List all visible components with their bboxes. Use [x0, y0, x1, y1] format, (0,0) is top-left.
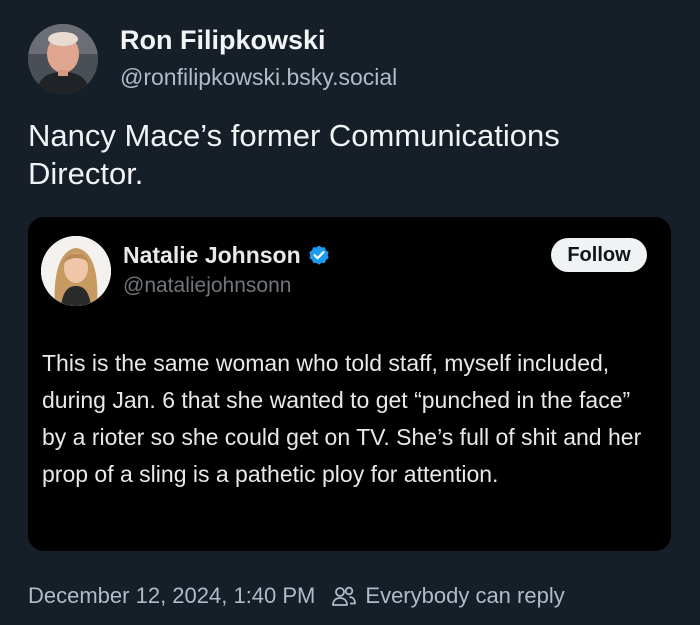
- quoted-author-name-text: Natalie Johnson: [123, 242, 301, 268]
- author-handle[interactable]: @ronfilipkowski.bsky.social: [120, 64, 397, 91]
- post-text: Nancy Mace’s former Communications Direc…: [28, 118, 560, 191]
- post-timestamp[interactable]: December 12, 2024, 1:40 PM: [28, 583, 315, 609]
- reply-setting-label: Everybody can reply: [365, 583, 565, 608]
- post-footer: December 12, 2024, 1:40 PM Everybody can…: [28, 583, 565, 609]
- quoted-author-name[interactable]: Natalie Johnson: [123, 242, 331, 269]
- author-avatar[interactable]: [28, 24, 98, 94]
- quoted-post[interactable]: Natalie Johnson @nataliejohnsonn Follow …: [28, 217, 671, 551]
- post: Ron Filipkowski @ronfilipkowski.bsky.soc…: [0, 0, 700, 625]
- person-avatar-icon: [28, 24, 98, 94]
- follow-button[interactable]: Follow: [551, 238, 647, 272]
- author-name[interactable]: Ron Filipkowski: [120, 25, 326, 56]
- quoted-author-avatar[interactable]: [41, 236, 111, 306]
- quoted-post-text: This is the same woman who told staff, m…: [42, 350, 642, 487]
- verified-badge-icon: [309, 245, 329, 265]
- reply-setting[interactable]: Everybody can reply: [331, 583, 565, 609]
- person-avatar-icon: [41, 236, 111, 306]
- quoted-author-handle[interactable]: @nataliejohnsonn: [123, 274, 291, 298]
- people-icon: [332, 586, 357, 606]
